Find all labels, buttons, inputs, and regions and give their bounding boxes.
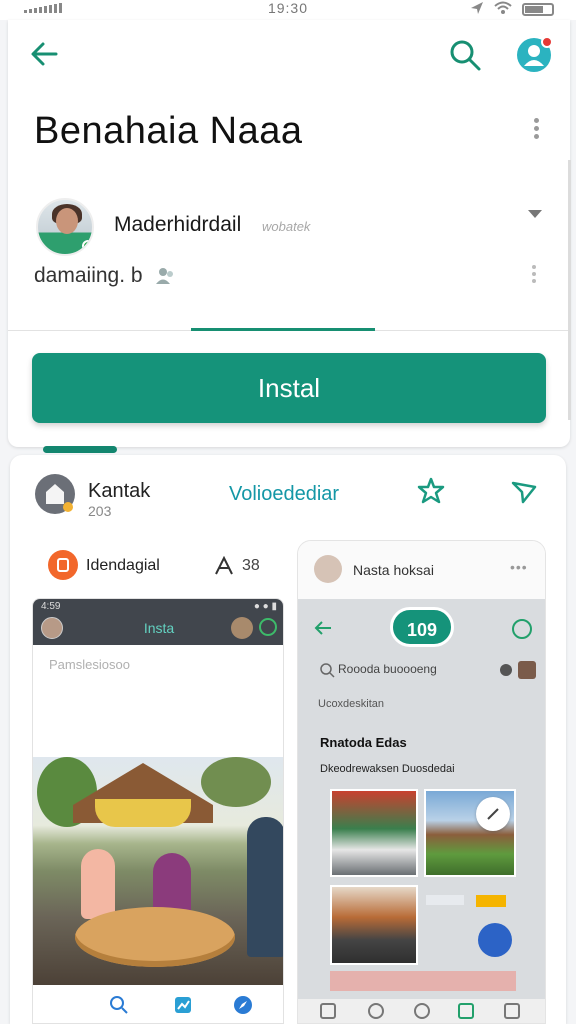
chat-icon — [512, 619, 532, 639]
profile-tag: wobatek — [262, 219, 311, 234]
back-icon — [368, 1003, 384, 1019]
location-icon — [470, 1, 484, 18]
wifi-icon — [494, 1, 512, 18]
preview-placeholder: Pamslesiosoo — [49, 657, 130, 672]
back-arrow-icon — [312, 617, 334, 639]
app-icon[interactable] — [48, 550, 78, 580]
home-icon — [320, 1003, 336, 1019]
page-title: Benahaia Naaa — [34, 110, 303, 152]
preview-time: 4:59 — [41, 601, 61, 612]
bookmark-button[interactable] — [416, 476, 446, 506]
app-icon — [458, 1003, 474, 1019]
search-button[interactable] — [448, 38, 482, 72]
notification-dot — [541, 36, 553, 48]
preview-search-text: Roooda buoooeng — [338, 662, 437, 676]
preview-heading: Rnatoda Edas — [320, 735, 407, 750]
refresh-icon — [259, 618, 277, 636]
status-bar: 19:30 — [0, 0, 576, 20]
preview-avatar — [314, 555, 342, 583]
preview-name: Nasta hoksai — [353, 562, 434, 578]
battery-icon — [522, 3, 554, 16]
preview-line: Dkeodrewaksen Duosdedai — [320, 763, 455, 775]
post-author-sub: 203 — [88, 503, 112, 519]
preview-avatar-2 — [231, 617, 253, 639]
star-icon — [417, 477, 445, 504]
back-button[interactable] — [26, 36, 62, 72]
send-icon — [511, 481, 537, 504]
menu-icon — [504, 1003, 520, 1019]
back-arrow-icon — [31, 42, 58, 66]
post-author-avatar[interactable] — [35, 474, 75, 514]
preview-header: Nasta hoksai ••• — [298, 541, 545, 599]
preview-tag — [476, 895, 506, 907]
preview-photo-3 — [330, 885, 418, 965]
account-avatar[interactable] — [517, 36, 553, 72]
profile-subtitle: damaiing. b — [34, 264, 143, 287]
app-name: Idendagial — [86, 557, 160, 574]
preview-app-bar: 4:59 ● ● ▮ Insta — [33, 599, 283, 645]
preview-count-pill: 109 — [390, 607, 454, 647]
profile-more-button[interactable] — [532, 262, 536, 286]
people-icon — [154, 265, 176, 287]
status-badge — [63, 502, 73, 512]
preview-nav-bar — [298, 999, 545, 1023]
screenshot-preview-left[interactable]: 4:59 ● ● ▮ Insta Pamslesiosoo — [32, 598, 284, 1024]
cafe-photo — [33, 757, 283, 985]
preview-status-icons: ● ● ▮ — [253, 601, 277, 612]
share-icon[interactable] — [214, 555, 234, 576]
grid-icon — [478, 923, 512, 957]
chevron-down-icon[interactable] — [528, 210, 542, 218]
search-icon — [450, 40, 481, 71]
send-button[interactable] — [510, 478, 538, 506]
post-link[interactable]: Volioedediar — [229, 483, 339, 506]
close-icon — [476, 797, 510, 831]
preview-banner — [330, 971, 516, 991]
circle-icon — [414, 1003, 430, 1019]
preview-bottom-bar — [33, 985, 283, 1023]
preview-section: Ucoxdeskitan — [318, 698, 385, 710]
compass-icon — [233, 995, 253, 1015]
preview-label — [426, 895, 464, 905]
chart-icon — [173, 995, 193, 1015]
more-options-button[interactable] — [530, 115, 542, 145]
preview-photo-1 — [330, 789, 418, 877]
scrollbar[interactable] — [568, 160, 571, 420]
search-icon — [109, 995, 129, 1015]
more-icon: ••• — [510, 559, 528, 575]
profile-avatar[interactable] — [36, 198, 94, 256]
page-indicator — [43, 446, 117, 453]
preview-screen: 109 Roooda buoooeng Ucoxdeskitan Rnatoda… — [298, 599, 545, 999]
profile-name[interactable]: Maderhidrdail — [114, 213, 241, 237]
share-count: 38 — [242, 557, 260, 574]
screenshot-preview-right[interactable]: Nasta hoksai ••• 109 Roooda buoooeng Uco… — [297, 540, 546, 1024]
post-author-name[interactable]: Kantak — [88, 480, 150, 503]
tab-indicator — [191, 328, 375, 331]
home-icon — [46, 484, 64, 504]
install-button[interactable]: Instal — [32, 353, 546, 423]
